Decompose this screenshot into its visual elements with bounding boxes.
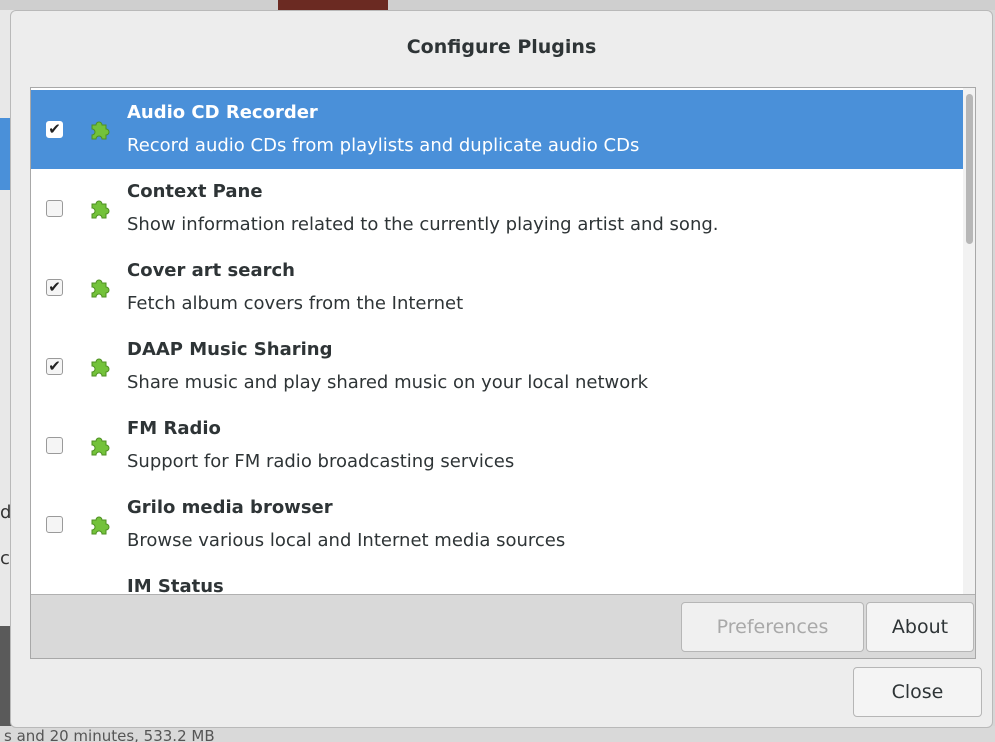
plugin-row[interactable]: ✔ Cover art search Fetch album covers from… — [31, 248, 963, 327]
plugin-enabled-checkbox[interactable]: ✔ — [46, 279, 63, 296]
plugin-row[interactable]: FM Radio Support for FM radio broadcastin… — [31, 406, 963, 485]
background-status-text: s and 20 minutes, 533.2 MB — [0, 726, 995, 742]
puzzle-piece-icon — [88, 197, 110, 219]
plugin-row[interactable]: IM Status — [31, 564, 963, 594]
puzzle-piece-icon — [88, 434, 110, 456]
plugin-action-bar: Preferences About — [31, 594, 975, 658]
plugin-description: Fetch album covers from the Internet — [127, 293, 464, 314]
plugin-name: Audio CD Recorder — [127, 102, 318, 123]
plugin-name: Context Pane — [127, 181, 263, 202]
close-button[interactable]: Close — [853, 667, 982, 717]
puzzle-piece-icon — [88, 355, 110, 377]
plugin-enabled-checkbox[interactable] — [46, 437, 63, 454]
plugin-row[interactable]: Context Pane Show information related to … — [31, 169, 963, 248]
checkmark-icon: ✔ — [48, 120, 61, 138]
plugin-name: FM Radio — [127, 418, 221, 439]
checkmark-icon: ✔ — [48, 357, 61, 375]
plugin-name: IM Status — [127, 576, 224, 594]
scrollbar-thumb[interactable] — [966, 94, 973, 244]
plugin-description: Show information related to the currentl… — [127, 214, 719, 235]
plugin-enabled-checkbox[interactable] — [46, 516, 63, 533]
plugin-list-frame: ✔ Audio CD Recorder Record audio CDs from … — [30, 87, 976, 659]
preferences-button[interactable]: Preferences — [681, 602, 864, 652]
plugin-row[interactable]: Grilo media browser Browse various local … — [31, 485, 963, 564]
dialog-title: Configure Plugins — [406, 36, 597, 58]
plugin-row[interactable]: ✔ Audio CD Recorder Record audio CDs from … — [31, 90, 963, 169]
plugin-enabled-checkbox[interactable] — [46, 200, 63, 217]
plugin-enabled-checkbox[interactable]: ✔ — [46, 121, 63, 138]
puzzle-piece-icon — [88, 513, 110, 535]
plugin-description: Support for FM radio broadcasting servic… — [127, 451, 515, 472]
plugin-row[interactable]: ✔ DAAP Music Sharing Share music and play … — [31, 327, 963, 406]
checkmark-icon: ✔ — [48, 278, 61, 296]
scrollbar[interactable] — [963, 88, 975, 594]
about-button[interactable]: About — [866, 602, 974, 652]
plugin-name: Cover art search — [127, 260, 295, 281]
puzzle-piece-icon — [88, 118, 110, 140]
background-text-fragment: c — [0, 548, 10, 569]
plugin-list[interactable]: ✔ Audio CD Recorder Record audio CDs from … — [31, 88, 963, 594]
plugin-description: Share music and play shared music on you… — [127, 372, 649, 393]
background-album-art — [278, 0, 388, 10]
puzzle-piece-icon — [88, 276, 110, 298]
configure-plugins-dialog: Configure Plugins ✔ Audio CD Recorder Reco… — [10, 10, 993, 728]
plugin-name: DAAP Music Sharing — [127, 339, 333, 360]
plugin-enabled-checkbox[interactable]: ✔ — [46, 358, 63, 375]
plugin-description: Browse various local and Internet media … — [127, 530, 566, 551]
plugin-description: Record audio CDs from playlists and dupl… — [127, 135, 640, 156]
plugin-name: Grilo media browser — [127, 497, 333, 518]
background-window-top — [0, 0, 995, 10]
